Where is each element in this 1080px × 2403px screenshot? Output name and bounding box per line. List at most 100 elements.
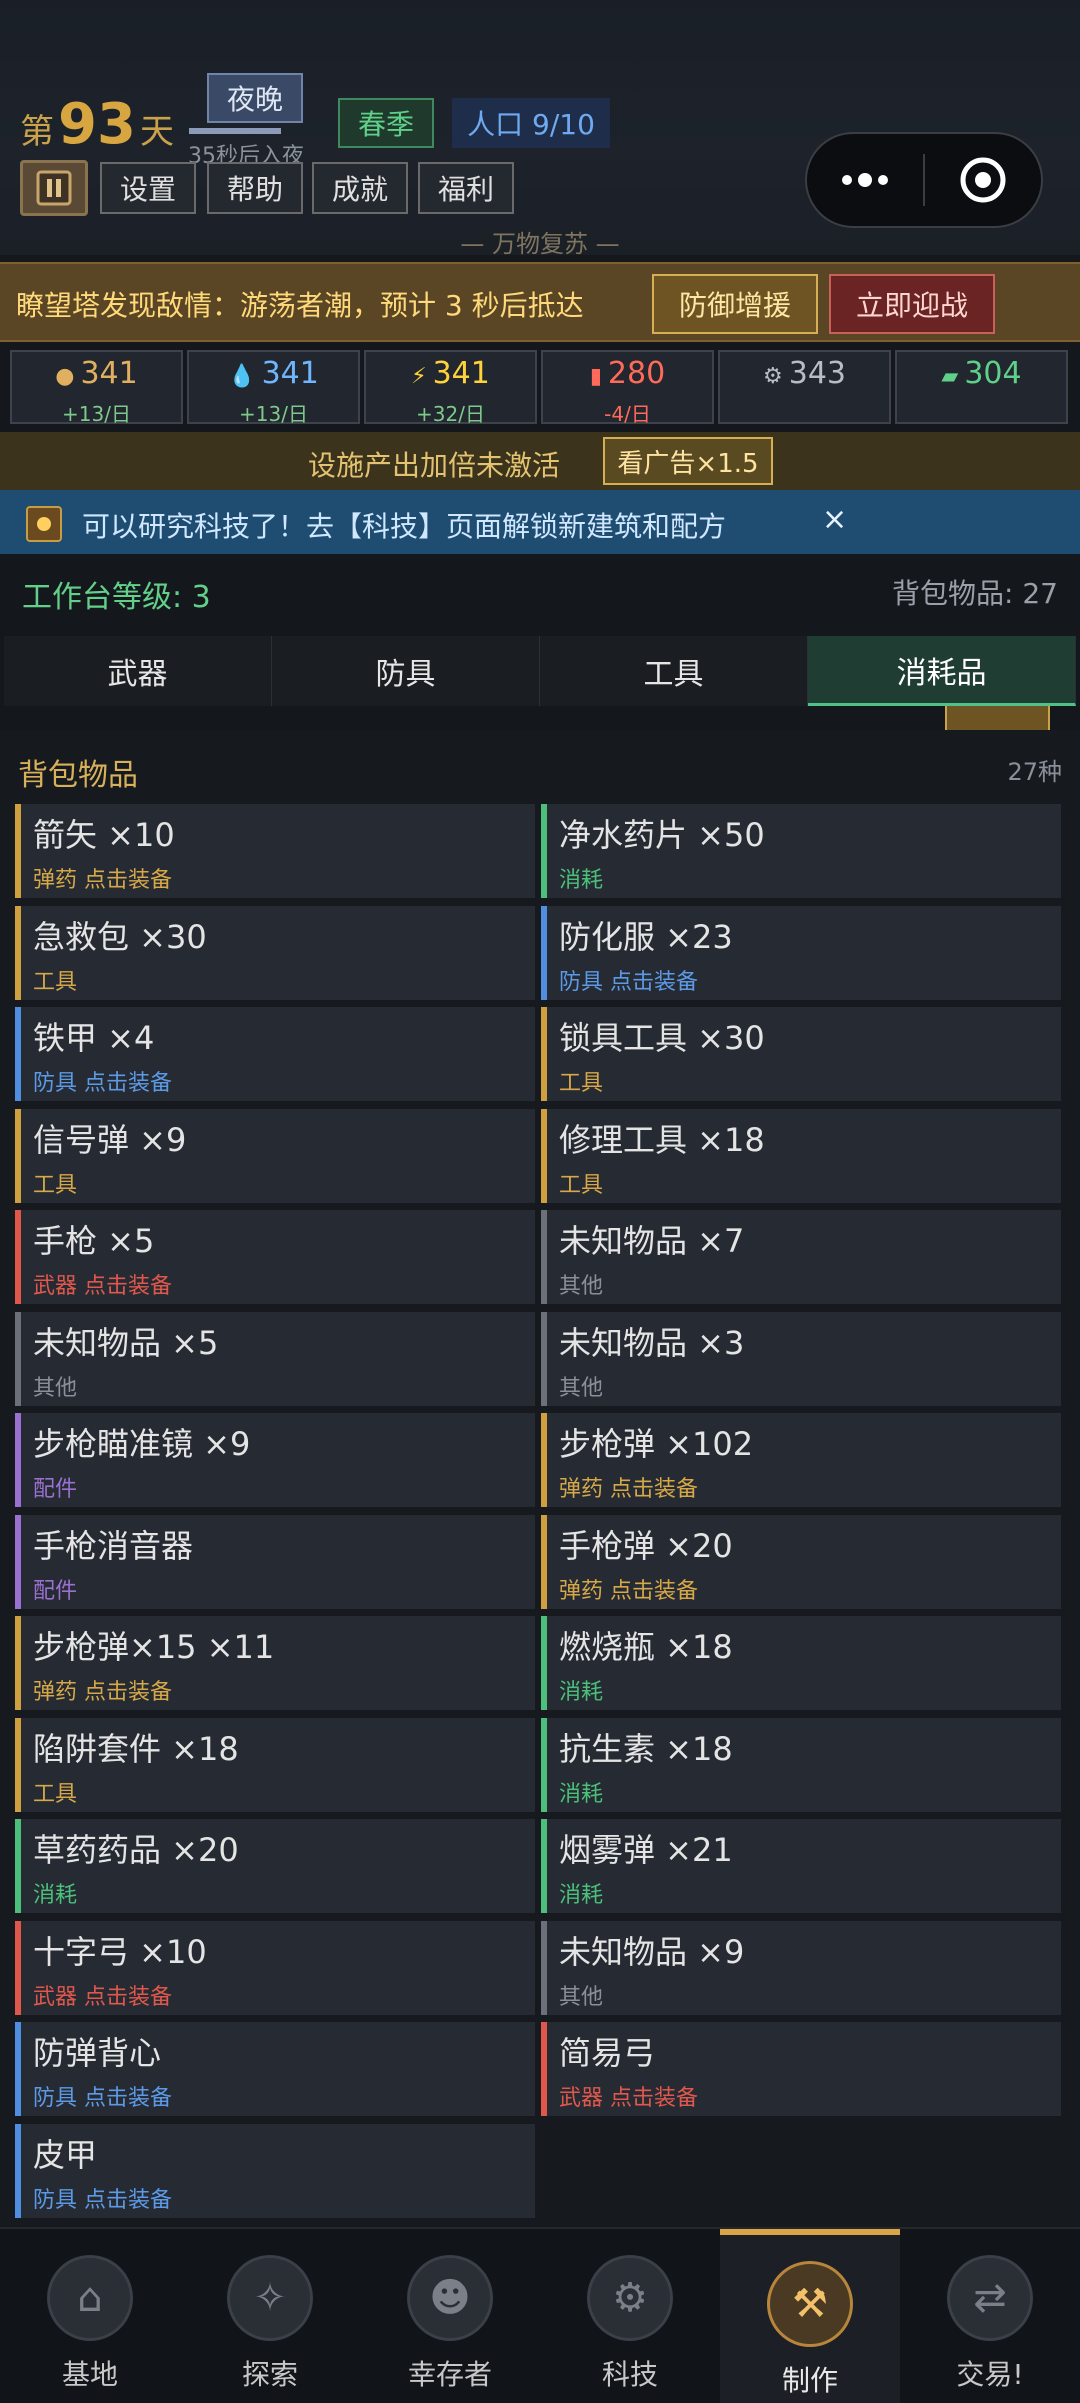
nav-tech-gear[interactable]: ⚙ 科技: [540, 2229, 720, 2403]
item-category: 防具 点击装备: [33, 2187, 172, 2213]
backpack-item[interactable]: 步枪弹 ×102 弹药 点击装备: [541, 1413, 1061, 1507]
backpack-item[interactable]: 净水药片 ×50 消耗: [541, 804, 1061, 898]
resource-amount: 280: [607, 356, 666, 391]
alert-text: 瞭望塔发现敌情：游荡者潮，预计 3 秒后抵达: [16, 289, 584, 322]
item-category: 防具 点击装备: [559, 969, 698, 995]
item-name: 未知物品 ×9: [559, 1932, 745, 1971]
resource-rate: +13/日: [239, 402, 308, 426]
resource-value: ⚙ 343: [720, 356, 889, 391]
phase-indicator: 夜晚: [207, 73, 303, 123]
item-name: 步枪弹 ×102: [559, 1425, 754, 1463]
ad-boost-banner: 设施产出加倍未激活 看广告×1.5: [0, 432, 1080, 490]
item-name: 草药药品 ×20: [33, 1831, 239, 1869]
item-name: 箭矢 ×10: [33, 816, 175, 854]
item-name: 修理工具 ×18: [559, 1120, 765, 1159]
backpack-item[interactable]: 烟雾弹 ×21 消耗: [541, 1819, 1061, 1913]
resource-water: 💧 341 +13/日: [187, 350, 360, 426]
fight-now-button[interactable]: 立即迎战: [829, 274, 995, 334]
backpack-item[interactable]: 未知物品 ×7 其他: [541, 1210, 1061, 1304]
item-category: 消耗: [559, 1680, 604, 1705]
recipe-list-peek: [10, 706, 1050, 732]
help-button[interactable]: 帮助: [207, 162, 303, 214]
tab-armor[interactable]: 防具: [272, 636, 540, 706]
crafting-tabs: 武器 防具 工具 消耗品: [4, 636, 1076, 706]
backpack-item[interactable]: 抗生素 ×18 消耗: [541, 1717, 1061, 1812]
resource-medicine: ▰ 304: [895, 350, 1068, 424]
population-badge: 人口 9/10: [452, 98, 610, 148]
craft-button-peek[interactable]: [945, 706, 1050, 732]
settings-button[interactable]: 设置: [100, 162, 196, 214]
backpack-item[interactable]: 步枪弹×15 ×11 弹药 点击装备: [15, 1616, 535, 1710]
item-name: 锁具工具 ×30: [559, 1019, 765, 1057]
item-name: 防弹背心: [33, 2034, 162, 2072]
nav-label: 交易!: [956, 2358, 1024, 2391]
backpack-item[interactable]: 燃烧瓶 ×18 消耗: [541, 1616, 1061, 1710]
backpack-item[interactable]: 简易弓 武器 点击装备: [541, 2022, 1061, 2116]
defend-reinforce-button[interactable]: 防御增援: [652, 274, 818, 334]
item-name: 皮甲: [33, 2135, 98, 2174]
backpack-item[interactable]: 铁甲 ×4 防具 点击装备: [15, 1007, 535, 1101]
backpack-item[interactable]: 十字弓 ×10 武器 点击装备: [15, 1920, 535, 2015]
item-category: 消耗: [559, 868, 604, 893]
nav-crafting[interactable]: ⚒ 制作: [720, 2229, 900, 2403]
backpack-item[interactable]: 手枪弹 ×20 弹药 点击装备: [541, 1514, 1061, 1609]
tech-notice-banner[interactable]: 可以研究科技了！去【科技】页面解锁新建筑和配方 ×: [0, 490, 1080, 554]
backpack-count: 背包物品: 27: [892, 577, 1058, 610]
resource-value: ▰ 304: [897, 356, 1066, 391]
backpack-item[interactable]: 防弹背心 防具 点击装备: [15, 2022, 535, 2116]
backpack-item[interactable]: 锁具工具 ×30 工具: [541, 1007, 1061, 1101]
nav-compass[interactable]: ✧ 探索: [180, 2229, 360, 2403]
backpack-item[interactable]: 草药药品 ×20 消耗: [15, 1819, 535, 1913]
backpack-item[interactable]: 未知物品 ×3 其他: [541, 1311, 1061, 1406]
resource-fuel: ▮ 280 -4/日: [541, 350, 714, 426]
nav-base[interactable]: ⌂ 基地: [0, 2229, 180, 2403]
backpack-item[interactable]: 步枪瞄准镜 ×9 配件: [15, 1413, 535, 1507]
backpack-item[interactable]: 陷阱套件 ×18 工具: [15, 1717, 535, 1812]
rewards-button[interactable]: 福利: [418, 162, 514, 214]
season-motto: — 万物复苏 —: [460, 230, 620, 258]
base-icon: ⌂: [47, 2255, 133, 2341]
backpack-item[interactable]: 手枪消音器 配件: [15, 1514, 535, 1609]
backpack-item[interactable]: 防化服 ×23 防具 点击装备: [541, 905, 1061, 1000]
resource-amount: 341: [261, 356, 319, 391]
backpack-item[interactable]: 修理工具 ×18 工具: [541, 1108, 1061, 1203]
item-category: 配件: [33, 1578, 78, 1604]
tab-consumables[interactable]: 消耗品: [808, 636, 1076, 706]
fuel-icon: ▮: [589, 364, 602, 389]
item-name: 未知物品 ×5: [33, 1323, 219, 1362]
enemy-alert-bar: 瞭望塔发现敌情：游荡者潮，预计 3 秒后抵达 防御增援 立即迎战: [0, 262, 1080, 342]
workbench-level: 工作台等级: 3: [22, 580, 211, 615]
nav-survivors[interactable]: ☻ 幸存者: [360, 2229, 540, 2403]
tab-weapons[interactable]: 武器: [4, 636, 272, 706]
more-options-button[interactable]: [807, 134, 923, 226]
pause-menu-button[interactable]: [20, 160, 88, 216]
backpack-item[interactable]: 急救包 ×30 工具: [15, 905, 535, 1000]
item-category: 工具: [559, 1172, 604, 1198]
item-category: 武器 点击装备: [33, 1984, 172, 2010]
achievements-button[interactable]: 成就: [312, 162, 408, 214]
item-category: 配件: [33, 1477, 78, 1502]
close-icon[interactable]: ×: [822, 502, 847, 537]
item-name: 手枪消音器: [33, 1526, 194, 1565]
item-name: 步枪弹×15 ×11: [33, 1628, 275, 1666]
item-category: 工具: [33, 969, 78, 995]
energy-icon: ⚡: [411, 364, 427, 389]
water-icon: 💧: [228, 364, 256, 389]
item-category: 弹药 点击装备: [559, 1578, 698, 1604]
backpack-item[interactable]: 箭矢 ×10 弹药 点击装备: [15, 804, 535, 898]
backpack-item[interactable]: 信号弹 ×9 工具: [15, 1108, 535, 1203]
close-miniprogram-button[interactable]: [925, 134, 1041, 226]
backpack-item[interactable]: 皮甲 防具 点击装备: [15, 2123, 535, 2218]
item-category: 消耗: [559, 1781, 604, 1807]
watch-ad-button[interactable]: 看广告×1.5: [603, 437, 773, 485]
tab-tools[interactable]: 工具: [540, 636, 808, 706]
day-suffix: 天: [139, 112, 174, 152]
miniprogram-capsule: [805, 132, 1043, 228]
backpack-item[interactable]: 手枪 ×5 武器 点击装备: [15, 1210, 535, 1304]
ad-status-text: 设施产出加倍未激活: [308, 449, 561, 482]
item-category: 武器 点击装备: [33, 1274, 172, 1299]
nav-label: 探索: [241, 2358, 298, 2391]
backpack-item[interactable]: 未知物品 ×5 其他: [15, 1311, 535, 1406]
backpack-item[interactable]: 未知物品 ×9 其他: [541, 1920, 1061, 2015]
nav-trade[interactable]: ⇄ 交易!: [900, 2229, 1080, 2403]
